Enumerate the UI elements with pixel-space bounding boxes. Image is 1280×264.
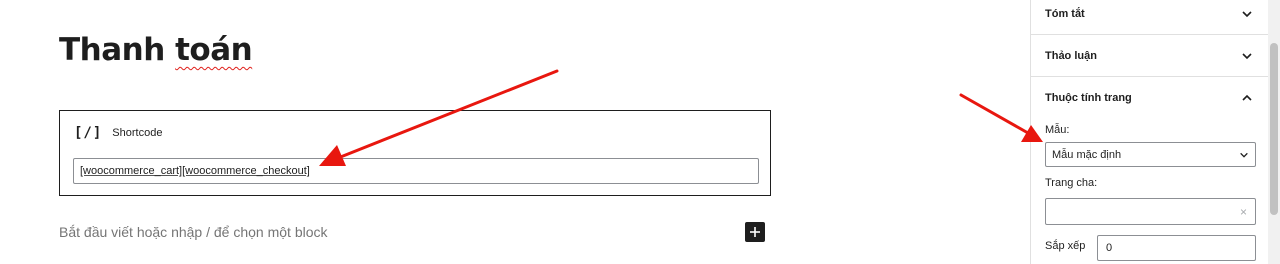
shortcode-block-header: [/] Shortcode — [74, 125, 162, 141]
shortcode-input[interactable]: [woocommerce_cart][woocommerce_checkout] — [73, 158, 759, 184]
scrollbar-thumb[interactable] — [1270, 43, 1278, 215]
page-title-text: Thanh — [59, 32, 176, 68]
shortcode-icon: [/] — [74, 125, 103, 141]
block-appender-placeholder[interactable]: Bắt đầu viết hoặc nhập / để chọn một blo… — [59, 224, 328, 240]
shortcode-block[interactable]: [/] Shortcode [woocommerce_cart][woocomm… — [59, 110, 771, 196]
panel-page-attributes-label: Thuộc tính trang — [1045, 92, 1132, 104]
editor-canvas: Thanh toán [/] Shortcode [woocommerce_ca… — [0, 0, 1030, 264]
template-select[interactable]: Mẫu mặc định — [1045, 142, 1256, 167]
template-label: Mẫu: — [1045, 124, 1070, 136]
shortcode-block-label: Shortcode — [112, 127, 163, 139]
chevron-down-icon — [1242, 10, 1252, 17]
parent-page-combobox[interactable]: × — [1045, 198, 1256, 225]
page-title-misspelled-word: toán — [175, 32, 253, 68]
panel-summary[interactable]: Tóm tắt — [1031, 0, 1269, 35]
panel-page-attributes[interactable]: Thuộc tính trang — [1031, 77, 1269, 119]
add-block-button[interactable] — [745, 222, 765, 242]
page-title[interactable]: Thanh toán — [59, 28, 253, 72]
panel-discussion-label: Thảo luận — [1045, 49, 1097, 62]
panel-summary-label: Tóm tắt — [1045, 7, 1085, 20]
panel-discussion[interactable]: Thảo luận — [1031, 35, 1269, 77]
order-input-value: 0 — [1106, 242, 1113, 254]
parent-page-label: Trang cha: — [1045, 177, 1098, 189]
chevron-down-icon — [1242, 52, 1252, 59]
plus-icon — [750, 227, 760, 237]
settings-sidebar: Tóm tắt Thảo luận Thuộc tính trang Mẫu: … — [1030, 0, 1269, 264]
order-label: Sắp xếp — [1045, 240, 1086, 252]
shortcode-input-value: [woocommerce_cart][woocommerce_checkout] — [80, 165, 310, 177]
chevron-up-icon — [1242, 94, 1252, 101]
clear-icon[interactable]: × — [1240, 205, 1247, 219]
template-select-value: Mẫu mặc định — [1052, 148, 1122, 161]
chevron-down-icon — [1240, 152, 1248, 158]
order-input[interactable]: 0 — [1097, 235, 1256, 261]
